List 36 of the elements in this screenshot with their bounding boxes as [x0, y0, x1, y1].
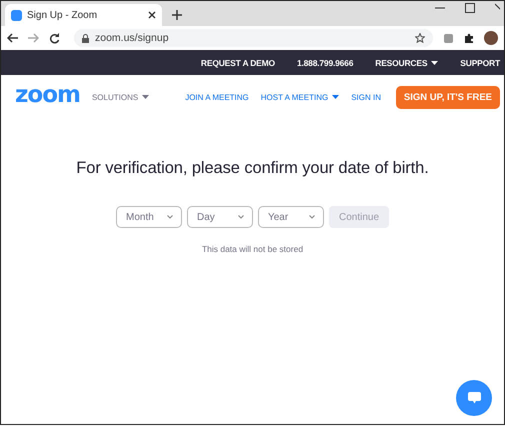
close-tab-icon[interactable]: [148, 11, 156, 19]
date-select[interactable]: Month: [116, 206, 182, 228]
chevron-icon: [308, 215, 315, 219]
date-select[interactable]: Day: [186, 206, 253, 228]
star-icon[interactable]: [415, 33, 425, 43]
nav-link[interactable]: JOIN A MEETING: [185, 92, 249, 102]
maximize-icon[interactable]: [465, 3, 475, 13]
top-link[interactable]: REQUEST A DEMO: [200, 58, 275, 68]
favicon-icon: [11, 10, 22, 20]
lock-icon: [82, 34, 89, 42]
chevron-icon: [238, 215, 244, 219]
back-icon[interactable]: [7, 33, 18, 43]
top-link[interactable]: SUPPORT: [460, 58, 500, 68]
privacy-note: This data will not be stored: [202, 244, 304, 254]
date-select[interactable]: Year: [258, 206, 324, 228]
chat-button[interactable]: [456, 380, 492, 416]
resources-menu[interactable]: RESOURCES: [375, 58, 438, 68]
top-link[interactable]: 1.888.799.9666: [296, 58, 354, 68]
chat-bubble-icon: [468, 392, 480, 404]
new-tab-icon[interactable]: [172, 10, 182, 20]
sign-up-button[interactable]: SIGN UP, IT'S FREE: [396, 86, 500, 108]
nav-menu[interactable]: HOST A MEETING: [260, 92, 340, 102]
nav-link[interactable]: SIGN IN: [351, 92, 381, 102]
address-bar[interactable]: zoom.us/signup: [74, 29, 433, 47]
page-heading: For verification, please confirm your date of birth.: [76, 159, 429, 178]
browser-tab[interactable]: Sign Up - Zoom: [5, 4, 162, 26]
solutions-menu[interactable]: SOLUTIONS: [92, 92, 150, 102]
zoom-logo[interactable]: zoom: [15, 82, 80, 108]
reload-icon[interactable]: [49, 32, 60, 44]
caret-icon: [142, 95, 150, 99]
puzzle-icon[interactable]: [464, 33, 474, 43]
caret-icon: [332, 95, 340, 99]
caret-icon: [431, 60, 438, 64]
profile-avatar[interactable]: [484, 31, 498, 45]
extension-icon[interactable]: [443, 32, 454, 44]
chevron-icon: [166, 215, 173, 219]
